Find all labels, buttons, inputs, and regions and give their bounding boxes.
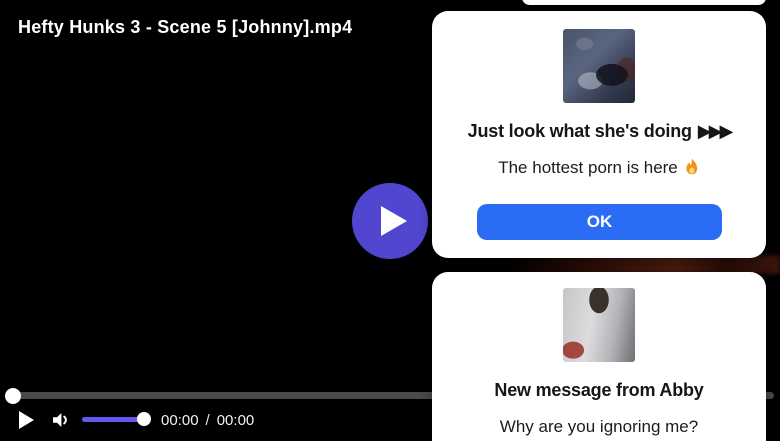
play-button[interactable] [19,411,34,429]
ad-subtitle: The hottest porn is here [442,158,756,182]
play-triangle-icon [381,206,407,236]
ad-thumbnail-image[interactable] [563,29,635,103]
message-body: Why are you ignoring me? [499,417,699,436]
volume-button[interactable] [52,412,70,433]
message-thumbnail-image[interactable] [563,288,635,362]
message-heading: New message from Abby [494,380,704,400]
time-separator: / [205,412,210,429]
duration: 00:00 [216,412,255,429]
current-time: 00:00 [161,412,199,429]
speaker-icon [53,413,67,427]
video-player-page: Hefty Hunks 3 - Scene 5 [Johnny].mp4 00:… [0,0,780,441]
popup-message: New message from Abby Why are you ignori… [432,272,766,441]
time-display: 00:00 / 00:00 [161,412,254,429]
video-title: Hefty Hunks 3 - Scene 5 [Johnny].mp4 [18,17,353,37]
ad-heading: Just look what she's doing ▶▶▶ [467,121,734,141]
big-play-button[interactable] [352,183,428,259]
seek-bar-thumb[interactable] [5,388,21,404]
fire-icon [684,158,700,182]
volume-slider-thumb[interactable] [137,412,151,426]
popup-stack-peek [522,0,766,5]
volume-slider[interactable] [82,417,144,422]
popup-ad: Just look what she's doing ▶▶▶ The hottes… [432,11,766,258]
ok-button[interactable]: OK [477,204,722,240]
triple-play-arrows-icon: ▶▶▶ [697,121,733,141]
